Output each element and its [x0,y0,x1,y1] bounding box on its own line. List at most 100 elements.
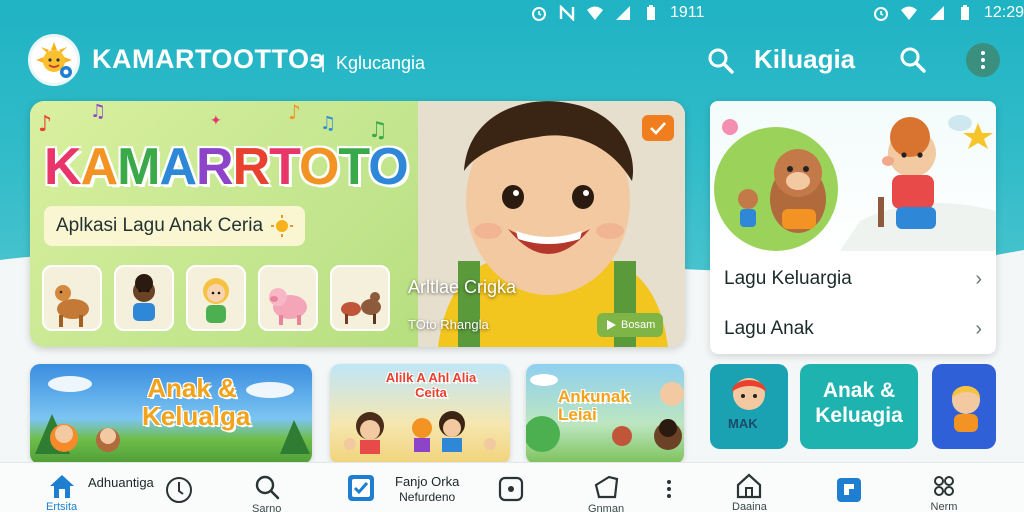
bag-icon [594,475,619,499]
pig-icon [269,288,307,325]
home-icon [49,475,74,498]
sun-mascot-icon [36,42,72,78]
brand-letter: O [368,138,408,196]
deer-icon [55,285,89,327]
status-time-left: 1911 [670,4,705,21]
check-icon [650,122,666,135]
menu-dot [981,58,985,62]
nfc-icon [559,5,575,21]
nav-more[interactable] [664,479,674,499]
brand-letter: R [232,138,271,196]
category-title: Anak & Kelualga [142,373,251,431]
hero-brand-title: KAMARRTOTO [44,137,409,197]
nav-explore[interactable] [164,475,194,505]
overflow-menu-button[interactable] [966,43,1000,77]
svg-text:✦: ✦ [210,113,222,129]
tile-baby[interactable] [932,364,996,449]
nav-middle-text[interactable]: Fanjo Orka Nefurdeno [395,474,459,505]
wifi-icon [587,6,603,20]
wifi-icon [901,6,917,20]
girl-icon [203,278,229,323]
nav-puzzle[interactable] [834,475,864,505]
hero-video-subtitle: TOto Rhangla [408,317,489,332]
family-songs-card[interactable]: Lagu Keluargia › Lagu Anak › [710,101,996,354]
thumbnail-animals[interactable] [330,265,390,331]
search-icon[interactable] [898,45,928,75]
tile-family[interactable]: Anak & Keluagia [800,364,918,449]
tile-label: Anak & Keluagia [815,379,903,427]
category-card-animals[interactable]: Ankunak Leiai [526,364,684,464]
battery-icon [961,5,969,20]
play-icon [607,320,616,330]
brand-letter: T [338,138,369,196]
app-title: KAMARTOOTTOɘ [92,44,326,74]
paw-icon [934,476,954,496]
thumbnail-deer[interactable] [42,265,102,331]
section-title: Kiluagia [754,44,856,74]
category-card-family[interactable]: Anak & Kelualga [30,364,312,464]
battery-icon [647,5,655,20]
nav-house[interactable]: Daaina [732,471,767,512]
animals-icon [341,292,381,324]
hero-banner[interactable]: ♪ ♫ ♪ ♫ ♫ ✦ KAMARRTOTO Aplkasi Lagu Anak… [30,101,685,347]
nav-tasks[interactable] [346,473,376,503]
nav-search[interactable]: Sarno [252,473,281,512]
list-item-kids-songs[interactable]: Lagu Anak › [710,305,996,353]
search-icon [255,475,279,500]
compass-icon [166,477,192,503]
list-item-label: Lagu Anak [724,318,814,339]
nav-label: Ertsita [46,501,78,512]
brand-letter: M [117,138,160,196]
svg-text:♫: ♫ [320,113,336,134]
family-illustration [710,101,996,251]
category-card-songs[interactable]: Alilk A Ahl Alia Ceita [330,364,510,464]
check-badge[interactable] [642,115,674,141]
chevron-right-icon: › [975,317,982,340]
tagline-text: Aplkasi Lagu Anak Ceria [56,215,264,236]
nav-shop[interactable]: Gnman [588,473,624,512]
nav-home[interactable]: Ertsita [46,473,77,512]
thumbnail-boy[interactable] [114,265,174,331]
boy-icon [732,378,766,410]
house-icon [737,473,762,499]
family-characters [714,115,996,251]
svg-text:♪: ♪ [38,112,52,137]
nav-featured-text[interactable]: Adhuantiga [88,475,154,490]
alarm-icon [532,7,546,21]
thumbnail-girl[interactable] [186,265,246,331]
app-logo[interactable] [28,34,80,86]
nav-library[interactable] [497,475,525,503]
brand-letter: A [159,138,197,196]
nav-label: Gnman [588,503,625,512]
signal-icon [616,6,630,20]
nav-label: Nerm [930,501,958,512]
tile-label: MAK [728,416,758,431]
list-item-family-songs[interactable]: Lagu Keluargia › [710,255,996,303]
nav-profile[interactable]: Nerm [930,473,958,512]
menu-dot [981,51,985,55]
status-bar-right: 12:29 [872,2,1024,24]
category-title: Ankunak Leiai [558,387,630,424]
brand-letter: A [80,138,119,196]
hero-action-chip[interactable]: Bosam [597,313,664,337]
puzzle-icon [837,478,861,502]
character-thumbnails [42,265,390,331]
brand-letter: R [196,138,234,196]
search-icon[interactable] [706,46,736,76]
menu-dot [981,65,985,69]
brand-letter: O [298,138,339,196]
more-vertical-icon [667,480,671,498]
brand-letter: T [269,138,300,196]
nav-label: Daaina [732,501,767,512]
tile-kids[interactable]: MAK [710,364,788,449]
bottom-navigation: Ertsita Adhuantiga Sarno Fanjo Orka Nefur… [0,462,1024,512]
status-bar-left: 1911 [530,2,704,24]
category-title: Alilk A Ahl Alia Ceita [385,370,477,400]
checkbox-icon [348,475,374,501]
chip-label: Bosam [621,319,656,331]
nav-label: Sarno [252,503,282,512]
signal-icon [930,6,944,20]
baby-icon [952,386,980,432]
thumbnail-pig[interactable] [258,265,318,331]
square-icon [498,476,524,502]
